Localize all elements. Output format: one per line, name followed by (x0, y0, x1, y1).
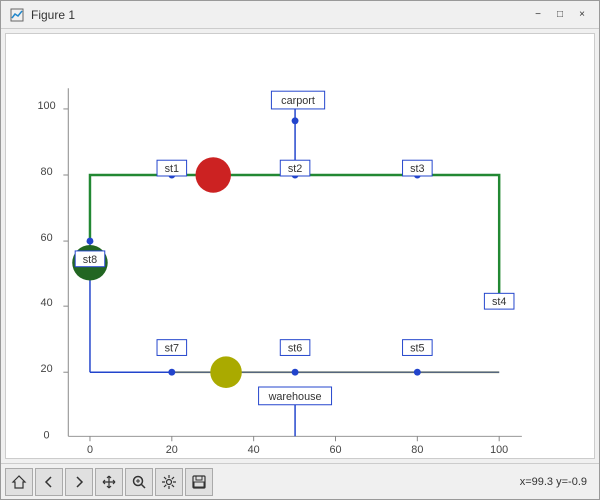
back-button[interactable] (35, 468, 63, 496)
svg-text:warehouse: warehouse (268, 391, 322, 403)
svg-text:st7: st7 (165, 343, 179, 355)
forward-button[interactable] (65, 468, 93, 496)
svg-text:80: 80 (41, 166, 53, 178)
svg-text:st2: st2 (288, 163, 302, 175)
svg-text:40: 40 (248, 444, 260, 456)
toolbar-buttons (5, 468, 213, 496)
home-button[interactable] (5, 468, 33, 496)
maximize-button[interactable]: □ (551, 6, 569, 24)
svg-text:0: 0 (44, 429, 50, 441)
app-icon (9, 7, 25, 23)
window-title: Figure 1 (31, 8, 75, 22)
pan-button[interactable] (95, 468, 123, 496)
svg-text:100: 100 (490, 444, 508, 456)
svg-text:60: 60 (329, 444, 341, 456)
plot-area: 0 20 40 60 80 100 0 20 40 60 80 100 (5, 33, 595, 459)
toolbar: x=99.3 y=-0.9 (1, 463, 599, 499)
svg-text:st1: st1 (165, 163, 179, 175)
svg-text:40: 40 (41, 297, 53, 309)
svg-text:100: 100 (38, 100, 56, 112)
svg-text:20: 20 (166, 444, 178, 456)
settings-button[interactable] (155, 468, 183, 496)
svg-text:st5: st5 (410, 343, 424, 355)
titlebar: Figure 1 − □ × (1, 1, 599, 29)
svg-text:60: 60 (41, 232, 53, 244)
svg-text:st3: st3 (410, 163, 424, 175)
svg-text:st6: st6 (288, 343, 302, 355)
coordinate-status: x=99.3 y=-0.9 (520, 476, 587, 488)
svg-text:st8: st8 (83, 254, 97, 266)
close-button[interactable]: × (573, 6, 591, 24)
svg-text:carport: carport (281, 95, 315, 107)
titlebar-left: Figure 1 (9, 7, 75, 23)
svg-text:80: 80 (411, 444, 423, 456)
zoom-button[interactable] (125, 468, 153, 496)
svg-text:0: 0 (87, 444, 93, 456)
minimize-button[interactable]: − (529, 6, 547, 24)
main-svg: 0 20 40 60 80 100 0 20 40 60 80 100 (6, 34, 594, 458)
svg-text:st4: st4 (492, 296, 506, 308)
svg-text:20: 20 (41, 363, 53, 375)
window-controls: − □ × (529, 6, 591, 24)
save-button[interactable] (185, 468, 213, 496)
figure-window: Figure 1 − □ × 0 20 40 60 80 100 0 20 40… (0, 0, 600, 500)
